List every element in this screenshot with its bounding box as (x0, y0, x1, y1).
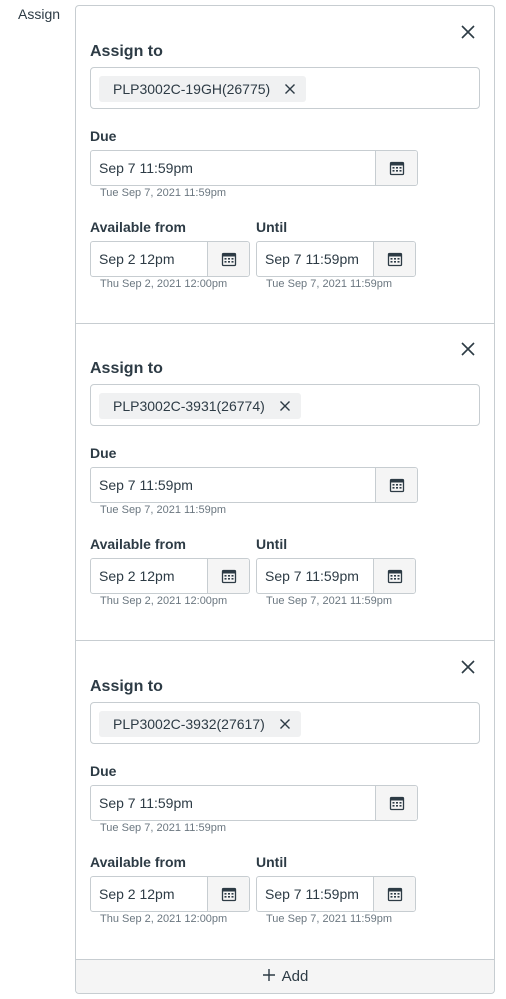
calendar-icon[interactable] (373, 242, 415, 276)
available-from-label: Available from (90, 219, 186, 235)
due-date-field: Sep 7 11:59pm (90, 785, 418, 821)
plus-icon (262, 968, 276, 986)
until-field: Sep 7 11:59pm (256, 241, 416, 277)
available-from-field: Sep 2 12pm (90, 876, 250, 912)
until-input[interactable]: Sep 7 11:59pm (257, 242, 373, 276)
add-button-label: Add (281, 968, 309, 985)
calendar-icon[interactable] (375, 151, 417, 185)
assignee-name: PLP3002C-19GH(26775) (113, 81, 271, 97)
available-from-hint: Thu Sep 2, 2021 12:00pm (100, 913, 228, 925)
close-icon[interactable] (460, 341, 476, 357)
close-icon[interactable] (460, 24, 476, 40)
due-date-hint: Tue Sep 7, 2021 11:59pm (100, 504, 226, 516)
until-input[interactable]: Sep 7 11:59pm (257, 877, 373, 911)
available-from-input[interactable]: Sep 2 12pm (91, 877, 207, 911)
due-date-field: Sep 7 11:59pm (90, 150, 418, 186)
due-date-hint: Tue Sep 7, 2021 11:59pm (100, 187, 226, 199)
available-from-label: Available from (90, 536, 186, 552)
due-date-field: Sep 7 11:59pm (90, 467, 418, 503)
until-field: Sep 7 11:59pm (256, 876, 416, 912)
due-label: Due (90, 128, 117, 144)
calendar-icon[interactable] (207, 877, 249, 911)
available-from-label: Available from (90, 854, 186, 870)
due-label: Due (90, 445, 117, 461)
assignee-tag: PLP3002C-19GH(26775) (99, 76, 307, 102)
available-from-field: Sep 2 12pm (90, 241, 250, 277)
available-from-hint: Thu Sep 2, 2021 12:00pm (100, 278, 228, 290)
assignee-name: PLP3002C-3931(26774) (113, 398, 265, 414)
until-label: Until (256, 536, 288, 552)
remove-icon[interactable] (279, 718, 291, 730)
available-from-hint: Thu Sep 2, 2021 12:00pm (100, 595, 228, 607)
available-from-input[interactable]: Sep 2 12pm (91, 559, 207, 593)
remove-icon[interactable] (284, 83, 296, 95)
calendar-icon[interactable] (375, 468, 417, 502)
remove-icon[interactable] (279, 400, 291, 412)
assign-to-heading: Assign to (90, 678, 163, 695)
assignee-name: PLP3002C-3932(27617) (113, 716, 265, 732)
assign-to-heading: Assign to (90, 43, 163, 60)
due-date-input[interactable]: Sep 7 11:59pm (91, 468, 375, 502)
calendar-icon[interactable] (373, 559, 415, 593)
due-date-input[interactable]: Sep 7 11:59pm (91, 151, 375, 185)
assign-section-label: Assign (18, 6, 61, 22)
assignee-tag: PLP3002C-3932(27617) (99, 711, 301, 737)
assignment-card: Assign to PLP3002C-3931(26774) Due Sep 7… (76, 323, 494, 641)
calendar-icon[interactable] (207, 242, 249, 276)
due-date-input[interactable]: Sep 7 11:59pm (91, 786, 375, 820)
assign-to-heading: Assign to (90, 360, 163, 377)
assignment-card: Assign to PLP3002C-19GH(26775) Due Sep 7… (76, 6, 494, 324)
calendar-icon[interactable] (373, 877, 415, 911)
due-date-hint: Tue Sep 7, 2021 11:59pm (100, 822, 226, 834)
close-icon[interactable] (460, 659, 476, 675)
until-hint: Tue Sep 7, 2021 11:59pm (266, 595, 392, 607)
due-label: Due (90, 763, 117, 779)
calendar-icon[interactable] (207, 559, 249, 593)
until-field: Sep 7 11:59pm (256, 558, 416, 594)
until-label: Until (256, 854, 288, 870)
until-hint: Tue Sep 7, 2021 11:59pm (266, 913, 392, 925)
assignee-tag: PLP3002C-3931(26774) (99, 393, 301, 419)
assign-to-input[interactable]: PLP3002C-3932(27617) (90, 702, 480, 744)
available-from-field: Sep 2 12pm (90, 558, 250, 594)
add-button[interactable]: Add (76, 959, 494, 993)
until-label: Until (256, 219, 288, 235)
calendar-icon[interactable] (375, 786, 417, 820)
assign-to-input[interactable]: PLP3002C-3931(26774) (90, 384, 480, 426)
until-hint: Tue Sep 7, 2021 11:59pm (266, 278, 392, 290)
assignment-card: Assign to PLP3002C-3932(27617) Due Sep 7… (76, 641, 494, 959)
assign-to-input[interactable]: PLP3002C-19GH(26775) (90, 67, 480, 109)
available-from-input[interactable]: Sep 2 12pm (91, 242, 207, 276)
assign-panel: Assign to PLP3002C-19GH(26775) Due Sep 7… (75, 5, 495, 994)
until-input[interactable]: Sep 7 11:59pm (257, 559, 373, 593)
